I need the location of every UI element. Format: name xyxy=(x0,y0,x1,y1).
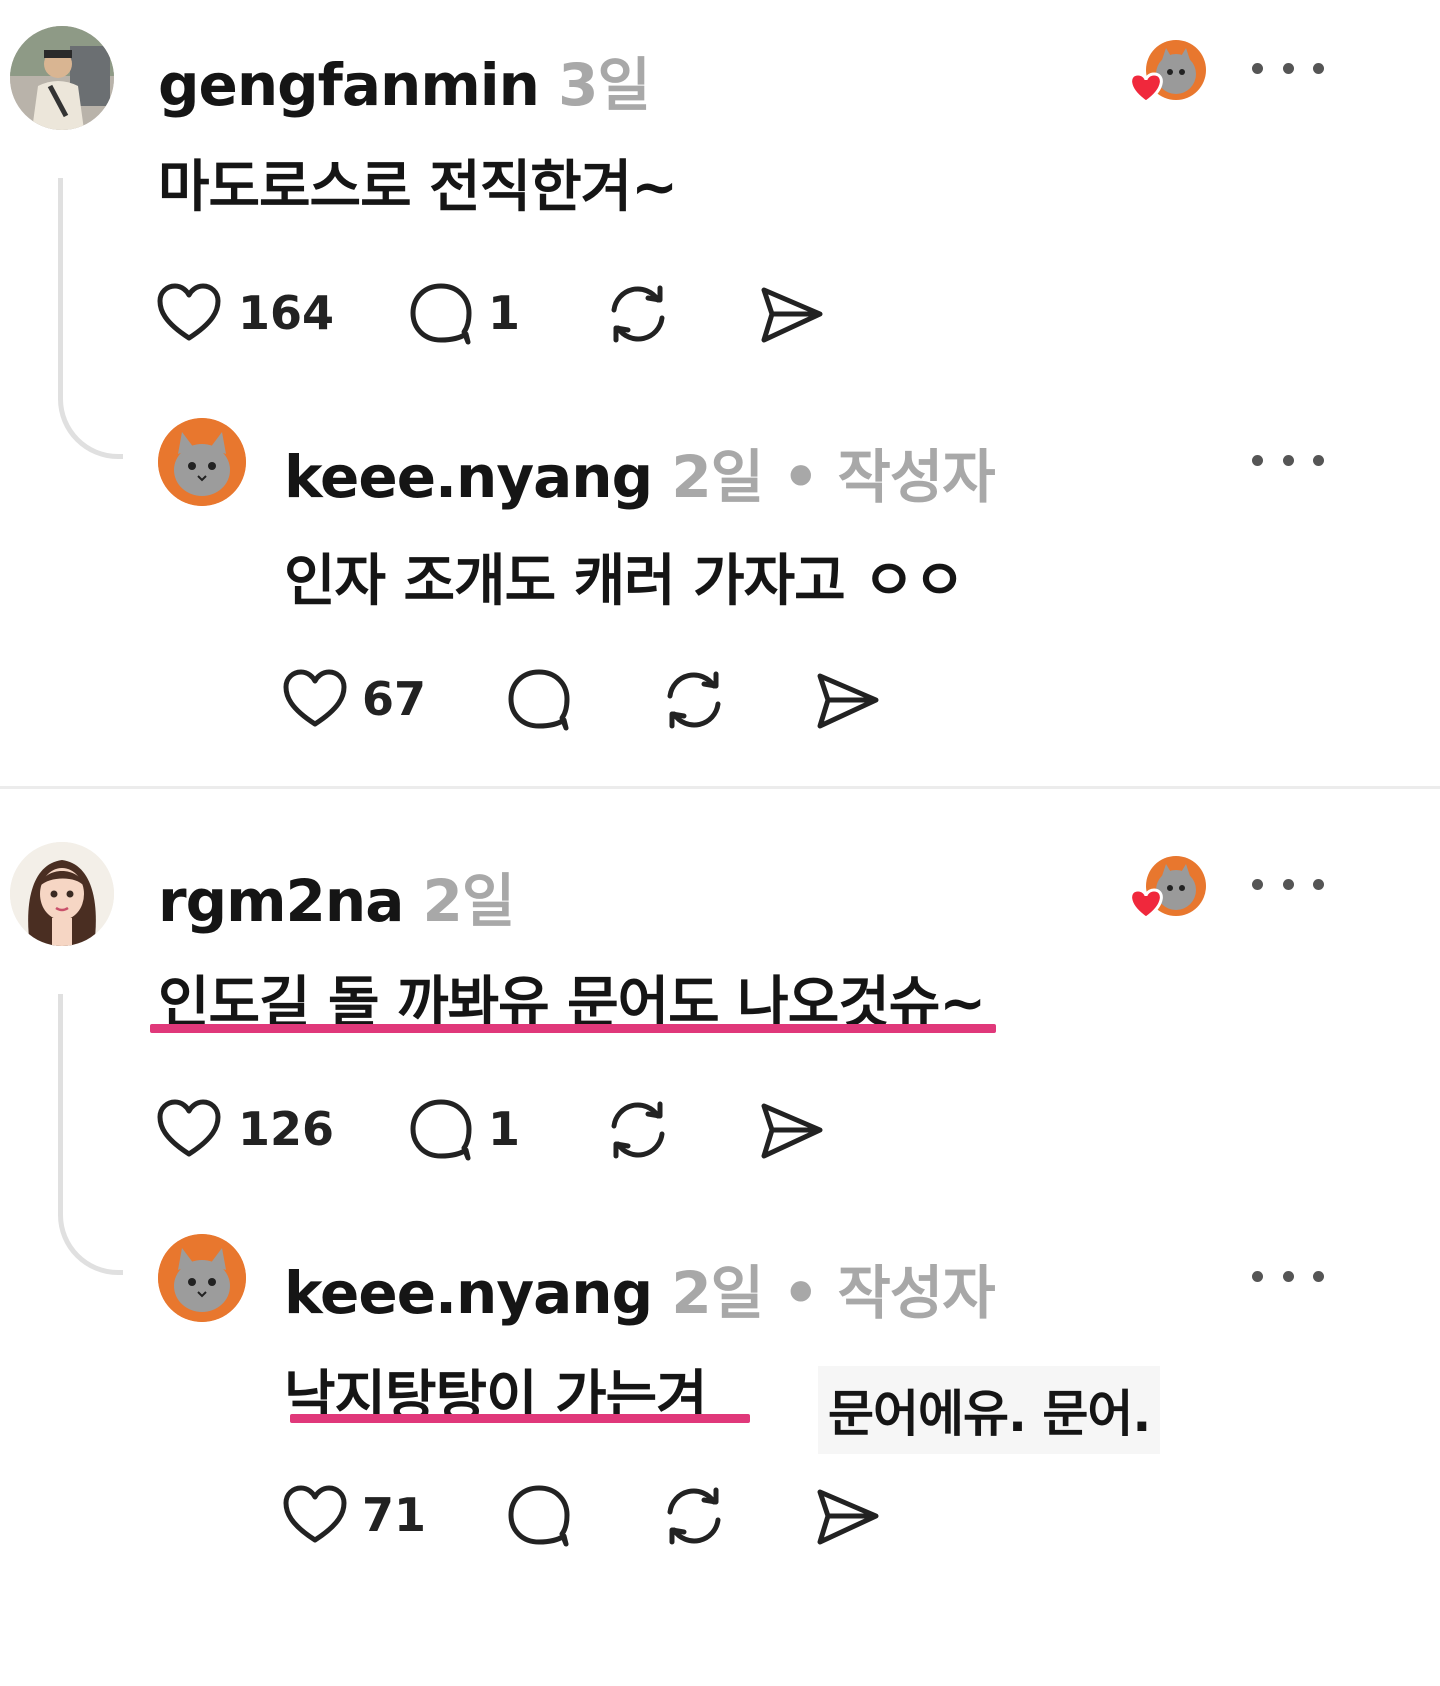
highlight-underline xyxy=(290,1414,750,1423)
post-text: 마도로스로 전직한겨~ xyxy=(158,155,678,220)
send-icon xyxy=(817,673,879,729)
reply-username[interactable]: keee.nyang 2일 • 작성자 xyxy=(284,1246,996,1330)
thread-connector xyxy=(58,994,123,1275)
reply-count: 1 xyxy=(488,1102,521,1156)
avatar-illustration xyxy=(10,842,114,946)
reply-like-count: 71 xyxy=(362,1488,427,1542)
author-liked-heart-icon xyxy=(1129,72,1163,104)
heart-icon xyxy=(157,283,221,341)
post-divider xyxy=(0,786,1440,789)
author-liked-badge xyxy=(1126,856,1210,926)
avatar-photo xyxy=(10,26,114,130)
repost-icon xyxy=(611,285,665,343)
username-text[interactable]: rgm2na xyxy=(158,867,404,935)
author-liked-heart-icon xyxy=(1129,888,1163,920)
reply-username[interactable]: keee.nyang 2일 • 작성자 xyxy=(284,430,996,514)
reply-more-options-icon[interactable] xyxy=(1252,1266,1324,1286)
reply-like-button[interactable] xyxy=(282,1484,348,1546)
reply-like-count: 67 xyxy=(362,672,427,726)
like-button[interactable] xyxy=(156,1098,222,1160)
avatar-keee-nyang[interactable] xyxy=(158,1234,246,1322)
repost-icon xyxy=(667,1487,721,1545)
avatar-keee-nyang[interactable] xyxy=(158,418,246,506)
avatar-gengfanmin[interactable] xyxy=(10,26,114,130)
heart-icon xyxy=(283,669,347,727)
reply-meta: 2일 • 작성자 xyxy=(671,1259,995,1327)
heart-icon xyxy=(283,1485,347,1543)
post-time: 3일 xyxy=(558,51,651,119)
repost-button[interactable] xyxy=(604,280,672,348)
comment-button[interactable] xyxy=(408,282,474,346)
comment-bubble-icon xyxy=(410,1099,472,1161)
username-rgm2na[interactable]: rgm2na 2일 xyxy=(158,854,516,938)
reply-more-options-icon[interactable] xyxy=(1252,450,1324,470)
post-time: 2일 xyxy=(422,867,516,935)
reply-comment-button[interactable] xyxy=(506,668,572,732)
reply-meta: 2일 • 작성자 xyxy=(671,443,995,511)
more-options-icon[interactable] xyxy=(1252,58,1324,78)
reply-username-text[interactable]: keee.nyang xyxy=(284,443,653,511)
avatar-rgm2na[interactable] xyxy=(10,842,114,946)
share-button[interactable] xyxy=(758,1100,826,1162)
send-icon xyxy=(761,1103,823,1159)
highlight-underline xyxy=(150,1024,996,1033)
repost-icon xyxy=(667,671,721,729)
reply-like-button[interactable] xyxy=(282,668,348,730)
reply-share-button[interactable] xyxy=(814,1486,882,1548)
reply-count: 1 xyxy=(488,286,521,340)
cat-avatar-image xyxy=(158,1234,246,1322)
like-count: 164 xyxy=(238,286,335,340)
thread-connector xyxy=(58,178,123,459)
comment-bubble-icon xyxy=(410,283,472,345)
repost-icon xyxy=(611,1101,665,1159)
reply-repost-button[interactable] xyxy=(660,666,728,734)
comment-button[interactable] xyxy=(408,1098,474,1162)
username-gengfanmin[interactable]: gengfanmin 3일 xyxy=(158,38,651,122)
overlay-caption: 문어에유. 문어. xyxy=(818,1366,1161,1454)
cat-avatar-image xyxy=(158,418,246,506)
like-count: 126 xyxy=(238,1102,335,1156)
reply-repost-button[interactable] xyxy=(660,1482,728,1550)
heart-icon xyxy=(157,1099,221,1157)
reply-username-text[interactable]: keee.nyang xyxy=(284,1259,653,1327)
share-button[interactable] xyxy=(758,284,826,346)
reply-text: 인자 조개도 캐러 가자고 ㅇㅇ xyxy=(284,549,965,614)
like-button[interactable] xyxy=(156,282,222,344)
send-icon xyxy=(761,287,823,343)
author-liked-badge xyxy=(1126,40,1210,110)
send-icon xyxy=(817,1489,879,1545)
more-options-icon[interactable] xyxy=(1252,874,1324,894)
reply-comment-button[interactable] xyxy=(506,1484,572,1548)
comment-bubble-icon xyxy=(508,669,570,731)
reply-share-button[interactable] xyxy=(814,670,882,732)
repost-button[interactable] xyxy=(604,1096,672,1164)
comment-bubble-icon xyxy=(508,1485,570,1547)
username-text[interactable]: gengfanmin xyxy=(158,51,540,119)
